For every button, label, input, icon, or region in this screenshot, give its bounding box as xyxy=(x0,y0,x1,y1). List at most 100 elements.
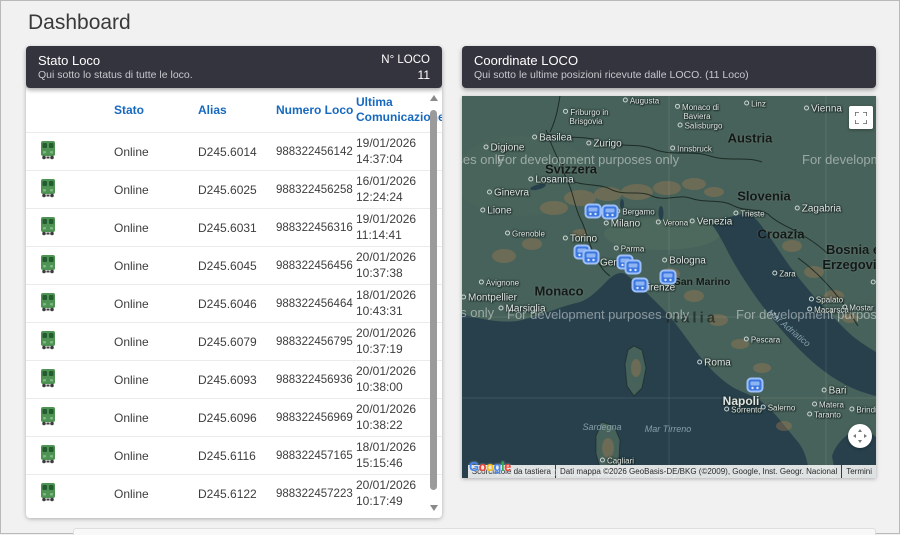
table-row[interactable]: Online D245.6031 988322456316 19/01/2026… xyxy=(26,208,442,246)
alias-cell: D245.6079 xyxy=(188,335,266,349)
alias-cell: D245.6096 xyxy=(188,411,266,425)
loco-icon-cell xyxy=(26,368,104,391)
map-label: Zurigo xyxy=(586,139,621,150)
loco-table-header-row: Stato Alias Numero Loco Ultima Comunicaz… xyxy=(26,88,442,132)
map-label: Spalato xyxy=(809,296,843,305)
map-label: Losanna xyxy=(528,175,573,186)
map-label: Augusta xyxy=(623,97,659,106)
loco-icon-cell xyxy=(26,330,104,353)
loco-table: Stato Alias Numero Loco Ultima Comunicaz… xyxy=(26,88,442,518)
loco-table-body: Online D245.6014 988322456142 19/01/2026… xyxy=(26,132,442,512)
map-label: Slovenia xyxy=(737,189,790,204)
map-label: Lione xyxy=(480,206,511,217)
loco-icon xyxy=(38,406,58,426)
map-label: Zagabria xyxy=(795,204,841,215)
map-label: Monaco xyxy=(534,284,583,299)
transit-marker[interactable] xyxy=(625,260,642,275)
status-cell: Online xyxy=(104,449,188,463)
map-label: Basilea xyxy=(532,133,572,144)
table-row[interactable]: Online D245.6093 988322456936 20/01/2026… xyxy=(26,360,442,398)
column-alias[interactable]: Alias xyxy=(188,103,266,118)
loco-icon xyxy=(38,140,58,160)
map-watermark: For development purposes only xyxy=(497,152,679,167)
table-row[interactable]: Online D245.6045 988322456456 20/01/2026… xyxy=(26,246,442,284)
column-numero-loco[interactable]: Numero Loco xyxy=(266,103,346,118)
loco-icon-cell xyxy=(26,140,104,163)
google-logo[interactable]: Google xyxy=(469,459,511,474)
column-stato[interactable]: Stato xyxy=(104,103,188,118)
status-cell: Online xyxy=(104,145,188,159)
transit-train-icon xyxy=(632,278,649,293)
table-scrollbar[interactable] xyxy=(428,88,440,518)
scroll-down-icon[interactable] xyxy=(430,505,438,511)
map-watermark: For development purposes only xyxy=(462,305,494,320)
map-label: San Marino xyxy=(674,276,731,288)
map-label: Trieste xyxy=(733,210,764,219)
google-logo-letter: G xyxy=(469,459,479,474)
status-cell: Online xyxy=(104,411,188,425)
map-watermark: For development purposes only xyxy=(802,152,876,167)
table-row[interactable]: Online D245.6014 988322456142 19/01/2026… xyxy=(26,132,442,170)
google-logo-letter: o xyxy=(486,459,493,474)
map-label: Salerno xyxy=(761,404,796,413)
numero-loco-cell: 988322456142 xyxy=(266,146,346,158)
transit-train-icon xyxy=(625,260,642,275)
pan-icon xyxy=(853,429,867,443)
status-cell: Online xyxy=(104,221,188,235)
terms-link[interactable]: Termini xyxy=(842,465,876,478)
table-row[interactable]: Online D245.6025 988322456258 16/01/2026… xyxy=(26,170,442,208)
scrollbar-thumb[interactable] xyxy=(430,110,437,490)
map-label: Milano xyxy=(604,219,640,230)
table-row[interactable]: Online D245.6116 988322457165 18/01/2026… xyxy=(26,436,442,474)
numero-loco-cell: 988322456258 xyxy=(266,184,346,196)
google-logo-letter: e xyxy=(504,459,511,474)
fullscreen-button[interactable] xyxy=(849,106,873,129)
transit-marker[interactable] xyxy=(583,250,600,265)
status-cell: Online xyxy=(104,297,188,311)
table-row[interactable]: Online D245.6079 988322456795 20/01/2026… xyxy=(26,322,442,360)
transit-train-icon xyxy=(747,378,764,393)
pan-button[interactable] xyxy=(848,424,872,448)
loco-icon-cell xyxy=(26,216,104,239)
transit-marker[interactable] xyxy=(602,205,619,220)
stato-loco-subtitle: Qui sotto lo status di tutte le loco. xyxy=(38,69,193,82)
table-row[interactable]: Online D245.6046 988322456464 18/01/2026… xyxy=(26,284,442,322)
loco-icon-cell xyxy=(26,292,104,315)
map-label: Linz xyxy=(744,100,766,109)
map-label: Croazia xyxy=(758,227,805,242)
map-label: Pescara xyxy=(744,336,780,345)
map-label: Monaco di Baviera xyxy=(664,103,730,121)
map-data-attribution: Dati mappa ©2026 GeoBasis-DE/BKG (©2009)… xyxy=(556,465,841,478)
loco-icon xyxy=(38,444,58,464)
loco-icon xyxy=(38,368,58,388)
fullscreen-icon xyxy=(855,112,867,124)
map-label: Bologna xyxy=(662,256,706,267)
loco-icon xyxy=(38,254,58,274)
table-row[interactable]: Online D245.6096 988322456969 20/01/2026… xyxy=(26,398,442,436)
transit-marker[interactable] xyxy=(747,378,764,393)
google-logo-letter: g xyxy=(494,459,501,474)
status-cell: Online xyxy=(104,183,188,197)
map-label: Montpellier xyxy=(462,293,517,304)
transit-marker[interactable] xyxy=(660,270,677,285)
status-cell: Online xyxy=(104,373,188,387)
scroll-up-icon[interactable] xyxy=(430,95,438,101)
transit-train-icon xyxy=(585,204,602,219)
alias-cell: D245.6046 xyxy=(188,297,266,311)
map-label: Salisburgo xyxy=(678,122,723,131)
coordinate-loco-card-header: Coordinate LOCO Qui sotto le ultime posi… xyxy=(462,46,876,88)
transit-marker[interactable] xyxy=(585,204,602,219)
stato-loco-card-header: Stato Loco Qui sotto lo status di tutte … xyxy=(26,46,442,88)
map-label: Sardegna xyxy=(582,422,621,432)
table-row[interactable]: Online D245.6122 988322457223 20/01/2026… xyxy=(26,474,442,512)
loco-icon-cell xyxy=(26,178,104,201)
map-label-layer: Friburgo in BrisgoviaAugustaMonaco di Ba… xyxy=(462,96,876,478)
alias-cell: D245.6014 xyxy=(188,145,266,159)
numero-loco-cell: 988322456464 xyxy=(266,298,346,310)
map-label: Matera xyxy=(812,401,844,410)
numero-loco-cell: 988322456936 xyxy=(266,374,346,386)
status-cell: Online xyxy=(104,259,188,273)
map-canvas[interactable]: Friburgo in BrisgoviaAugustaMonaco di Ba… xyxy=(462,96,876,478)
numero-loco-cell: 988322456316 xyxy=(266,222,346,234)
transit-marker[interactable] xyxy=(632,278,649,293)
